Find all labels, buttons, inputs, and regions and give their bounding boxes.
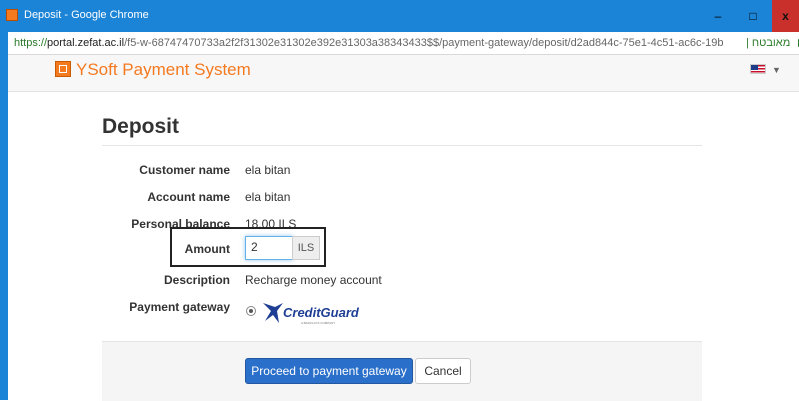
brand-name[interactable]: YSoft Payment System	[76, 60, 251, 80]
form-actions: Proceed to payment gateway Cancel	[102, 341, 702, 401]
url-protocol: https://	[14, 37, 48, 49]
amount-label: Amount	[184, 242, 230, 256]
maximize-icon: □	[749, 9, 757, 23]
creditguard-logo[interactable]: CreditGuard A BARCLAYS COMPANY	[261, 297, 361, 327]
description-value: Recharge money account	[245, 273, 382, 287]
close-button[interactable]: x	[772, 0, 799, 32]
url-text[interactable]: https://portal.zefat.ac.il/f5-w-68747470…	[14, 37, 723, 49]
customer-name-label: Customer name	[139, 163, 230, 177]
secure-label: | מאובטח	[746, 37, 791, 49]
url-path: /f5-w-68747470733a2f2f31302e31302e392e31…	[124, 37, 724, 49]
maximize-button[interactable]: □	[738, 0, 768, 32]
account-name-label: Account name	[147, 190, 230, 204]
page-title: Deposit	[102, 115, 180, 138]
description-label: Description	[163, 273, 230, 287]
account-name-value: ela bitan	[245, 190, 291, 204]
amount-input[interactable]: 2	[245, 236, 293, 260]
amount-currency-addon: ILS	[292, 236, 320, 260]
chevron-down-icon[interactable]: ▼	[772, 65, 781, 75]
creditguard-wordmark: CreditGuard	[283, 305, 360, 320]
url-host: portal.zefat.ac.il	[47, 37, 125, 49]
proceed-button[interactable]: Proceed to payment gateway	[245, 358, 413, 384]
close-icon: x	[782, 9, 789, 23]
title-divider	[102, 145, 702, 146]
minimize-button[interactable]: –	[703, 0, 733, 32]
minimize-icon: –	[714, 9, 722, 23]
creditguard-emblem-icon	[263, 303, 283, 323]
window-title: Deposit - Google Chrome	[24, 9, 149, 21]
brand-logo-icon	[55, 61, 71, 77]
payment-gateway-label: Payment gateway	[129, 300, 230, 314]
cancel-button[interactable]: Cancel	[415, 358, 471, 384]
address-bar[interactable]: https://portal.zefat.ac.il/f5-w-68747470…	[8, 32, 799, 55]
creditguard-tagline: A BARCLAYS COMPANY	[301, 321, 335, 325]
app-icon	[6, 9, 18, 21]
window-titlebar: Deposit - Google Chrome – □ x	[0, 0, 799, 32]
customer-name-value: ela bitan	[245, 163, 291, 177]
payment-gateway-radio[interactable]	[246, 306, 256, 316]
us-flag-icon[interactable]	[750, 64, 766, 74]
window-border	[0, 32, 8, 400]
app-header: YSoft Payment System ▼	[8, 55, 799, 92]
